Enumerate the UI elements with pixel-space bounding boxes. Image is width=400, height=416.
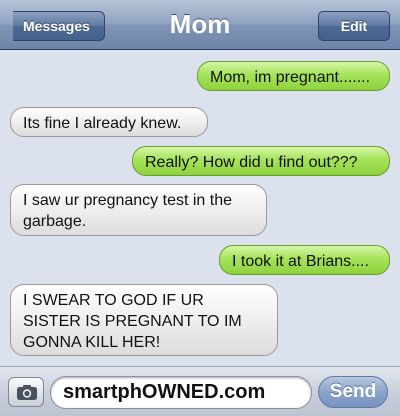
- received-message-bubble: I saw ur pregnancy test in the garbage.: [10, 184, 267, 236]
- message-input[interactable]: smartphOWNED.com: [50, 376, 312, 409]
- compose-bar: smartphOWNED.com Send: [0, 366, 400, 416]
- camera-button[interactable]: [8, 377, 44, 407]
- message-list: Mom, im pregnant....... Its fine I alrea…: [0, 50, 400, 366]
- received-message-bubble: I SWEAR TO GOD IF UR SISTER IS PREGNANT …: [10, 284, 278, 356]
- camera-icon: [17, 385, 37, 400]
- sent-message-bubble: I took it at Brians....: [219, 245, 390, 275]
- send-button[interactable]: Send: [318, 376, 388, 408]
- sent-message-bubble: Mom, im pregnant.......: [197, 61, 390, 91]
- sent-message-bubble: Really? How did u find out???: [132, 146, 390, 176]
- received-message-bubble: Its fine I already knew.: [10, 107, 208, 137]
- edit-button[interactable]: Edit: [318, 11, 390, 41]
- navigation-bar: Messages Mom Edit: [0, 0, 400, 50]
